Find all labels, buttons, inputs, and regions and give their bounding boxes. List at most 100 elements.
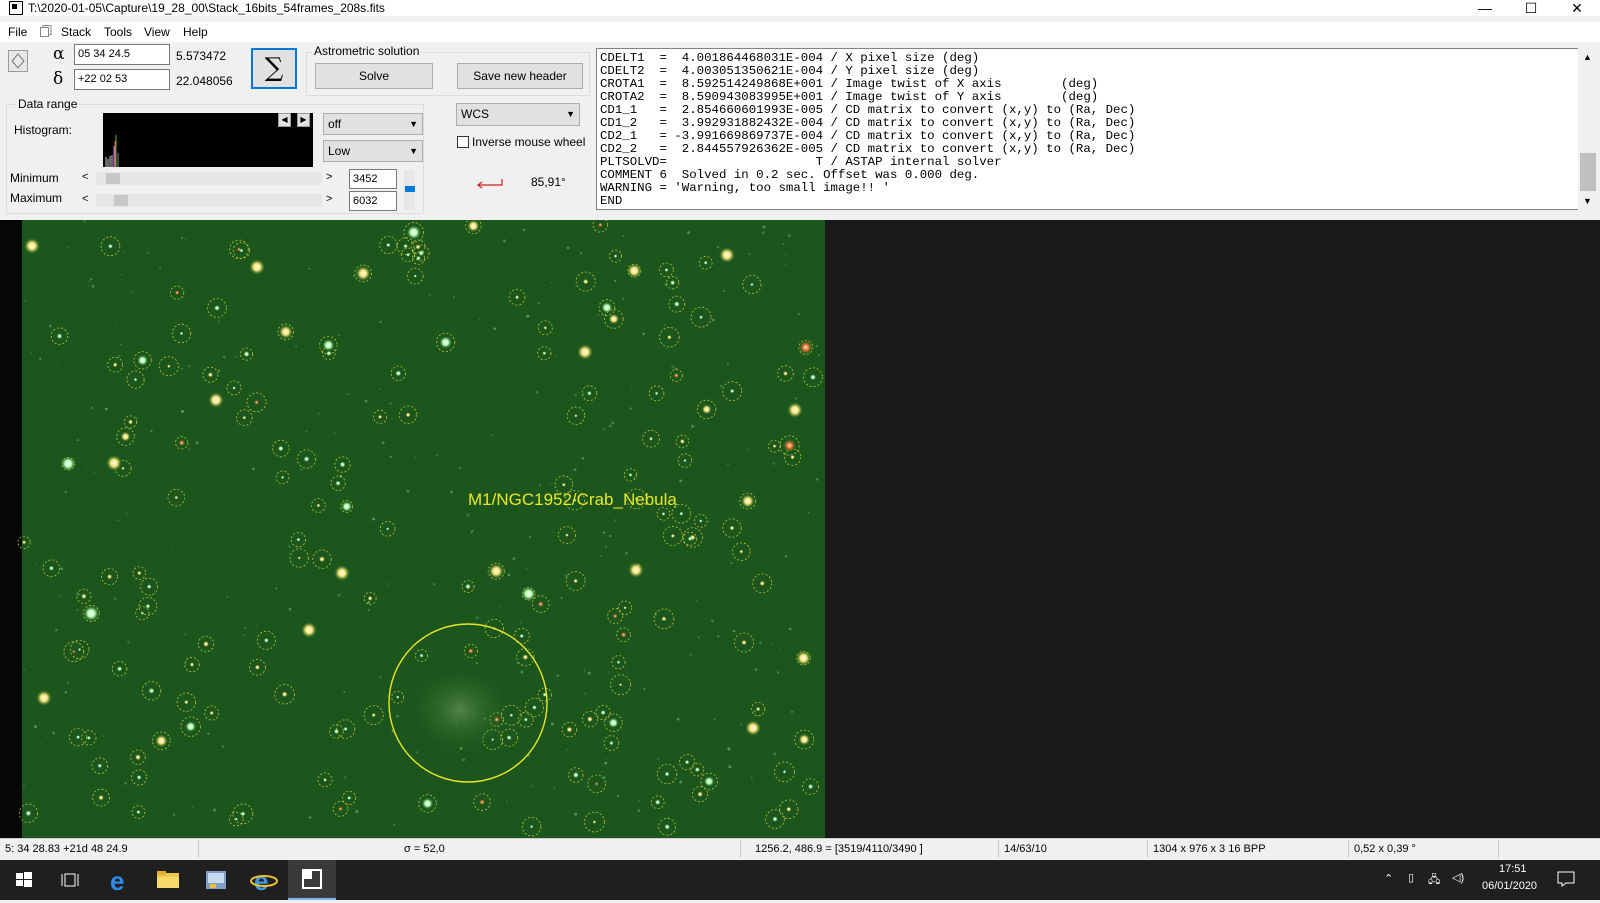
faint-star xyxy=(732,629,736,633)
internet-explorer-icon[interactable]: e xyxy=(240,860,288,900)
faint-star xyxy=(459,467,462,470)
star xyxy=(243,350,250,358)
faint-star xyxy=(171,544,173,547)
faint-star xyxy=(566,749,569,751)
faint-star xyxy=(49,324,52,328)
network-icon[interactable]: 🖧 xyxy=(1428,871,1440,890)
minimum-slider[interactable] xyxy=(96,172,322,185)
stretch-value: off xyxy=(328,117,342,131)
star xyxy=(303,456,310,463)
maximum-left-arrow[interactable]: < xyxy=(82,193,88,205)
star xyxy=(586,390,592,396)
scrollbar-thumb[interactable] xyxy=(1580,153,1596,191)
star xyxy=(598,222,603,228)
faint-star xyxy=(119,343,122,346)
faint-star xyxy=(597,314,600,316)
file-explorer-icon[interactable] xyxy=(144,860,192,900)
star xyxy=(616,660,621,665)
maximum-slider-thumb[interactable] xyxy=(114,195,128,206)
level-dropdown[interactable]: Low ▼ xyxy=(323,140,423,162)
notification-center-icon[interactable] xyxy=(1556,870,1576,888)
clock-date[interactable]: 06/01/2020 xyxy=(1482,880,1537,892)
histogram-right-arrow[interactable]: ▶ xyxy=(297,113,310,127)
control-panel-icon[interactable] xyxy=(192,860,240,900)
fits-header-text: CDELT1 = 4.001864468031E-004 / X pixel s… xyxy=(600,51,1136,208)
menu-file[interactable]: File xyxy=(8,25,27,39)
usb-icon[interactable]: ▯ xyxy=(1408,871,1414,884)
edge-browser-icon[interactable]: e xyxy=(96,860,144,900)
scroll-down-icon[interactable]: ▼ xyxy=(1583,196,1592,206)
range-spinner[interactable] xyxy=(404,170,415,210)
faint-star xyxy=(491,434,494,437)
faint-star xyxy=(126,640,130,644)
faint-star xyxy=(338,334,341,337)
star xyxy=(699,315,704,320)
wcs-dropdown[interactable]: WCS ▼ xyxy=(456,103,580,126)
faint-star xyxy=(288,545,291,548)
maximum-right-arrow[interactable]: > xyxy=(326,193,332,205)
star xyxy=(565,533,569,537)
save-header-button[interactable]: Save new header xyxy=(457,63,583,89)
faint-star xyxy=(574,393,577,397)
maximize-button[interactable]: ☐ xyxy=(1508,0,1554,16)
minimum-right-arrow[interactable]: > xyxy=(326,171,332,183)
histogram-left-arrow[interactable]: ◀ xyxy=(278,113,291,127)
star xyxy=(242,415,247,420)
star xyxy=(783,439,796,452)
star xyxy=(648,436,654,441)
faint-star xyxy=(30,351,32,354)
faint-star xyxy=(217,369,221,372)
maximum-slider[interactable] xyxy=(96,194,322,207)
solve-button[interactable]: Solve xyxy=(315,63,433,89)
minimum-left-arrow[interactable]: < xyxy=(82,171,88,183)
star xyxy=(136,774,142,780)
rotate-icon-button[interactable] xyxy=(8,50,28,72)
menu-view[interactable]: View xyxy=(144,25,170,39)
faint-star xyxy=(604,761,608,765)
star xyxy=(296,537,301,542)
faint-star xyxy=(633,476,636,479)
clock-time[interactable]: 17:51 xyxy=(1499,863,1527,875)
fits-header-memo[interactable]: CDELT1 = 4.001864468031E-004 / X pixel s… xyxy=(596,48,1580,210)
volume-icon[interactable]: ◁) xyxy=(1452,871,1464,884)
inverse-wheel-checkbox[interactable] xyxy=(457,136,469,148)
star xyxy=(178,439,185,447)
faint-star xyxy=(333,432,336,435)
star xyxy=(465,583,471,590)
menu-tools[interactable]: Tools xyxy=(104,25,132,39)
faint-star xyxy=(226,595,229,598)
header-scrollbar[interactable]: ▲ ▼ xyxy=(1578,48,1598,210)
star-field-image[interactable]: M1/NGC1952/Crab_Nebula xyxy=(0,217,825,838)
scroll-up-icon[interactable]: ▲ xyxy=(1583,52,1592,62)
faint-star xyxy=(452,296,456,299)
status-separator xyxy=(998,840,999,858)
star xyxy=(755,706,761,712)
faint-star xyxy=(723,290,726,293)
star xyxy=(421,797,434,810)
star xyxy=(488,563,504,579)
faint-star xyxy=(713,718,716,721)
minimum-slider-thumb[interactable] xyxy=(106,173,120,184)
minimize-button[interactable]: — xyxy=(1462,0,1508,16)
task-view-icon[interactable] xyxy=(48,860,96,900)
ra-input[interactable]: 05 34 24.5 xyxy=(74,44,170,65)
close-button[interactable]: ✕ xyxy=(1554,0,1600,16)
stretch-dropdown[interactable]: off ▼ xyxy=(323,113,423,135)
star xyxy=(786,806,792,812)
faint-star xyxy=(716,245,720,249)
minimum-input[interactable]: 3452 xyxy=(349,169,397,189)
show-hidden-icons[interactable]: ⌃ xyxy=(1384,872,1393,885)
star xyxy=(338,806,343,812)
dec-input[interactable]: +22 02 53 xyxy=(74,69,170,90)
menu-stack[interactable]: Stack xyxy=(61,25,91,39)
image-left-border xyxy=(0,220,22,838)
stack-sum-button[interactable]: ∑ xyxy=(251,48,297,89)
menu-help[interactable]: Help xyxy=(183,25,208,39)
faint-star xyxy=(343,776,347,779)
faint-star xyxy=(415,751,419,754)
star xyxy=(21,540,27,545)
astap-taskbar-icon[interactable] xyxy=(288,860,336,900)
start-button[interactable] xyxy=(0,860,48,900)
maximum-input[interactable]: 6032 xyxy=(349,191,397,211)
range-spinner-thumb[interactable] xyxy=(405,186,415,192)
